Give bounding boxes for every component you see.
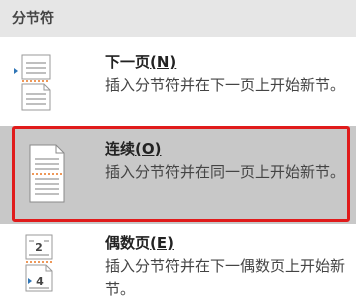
next-page-section-break-icon: [12, 54, 64, 116]
even-page-section-break-icon: 2 4: [24, 234, 58, 298]
menu-item-continuous[interactable]: 连续(O) 插入分节符并在同一页上开始新节。: [0, 126, 356, 224]
menu-item-even-page[interactable]: 2 4 偶数页(E) 插入分节符并在下一偶数页上开始新节。: [0, 226, 356, 307]
even-page-number-4: 4: [36, 275, 44, 288]
continuous-section-break-icon: [28, 144, 68, 208]
even-page-number-2: 2: [35, 241, 43, 254]
menu-item-next-page[interactable]: 下一页(N) 插入分节符并在下一页上开始新节。: [0, 42, 356, 128]
menu-item-description: 插入分节符并在下一偶数页上开始新节。: [105, 257, 346, 298]
menu-item-title: 连续(O): [105, 140, 162, 158]
menu-item-title: 偶数页(E): [105, 234, 174, 252]
section-breaks-header: 分节符: [0, 0, 356, 37]
menu-item-title: 下一页(N): [105, 53, 177, 71]
menu-item-description: 插入分节符并在下一页上开始新节。: [105, 76, 346, 94]
menu-item-description: 插入分节符并在同一页上开始新节。: [105, 163, 346, 181]
